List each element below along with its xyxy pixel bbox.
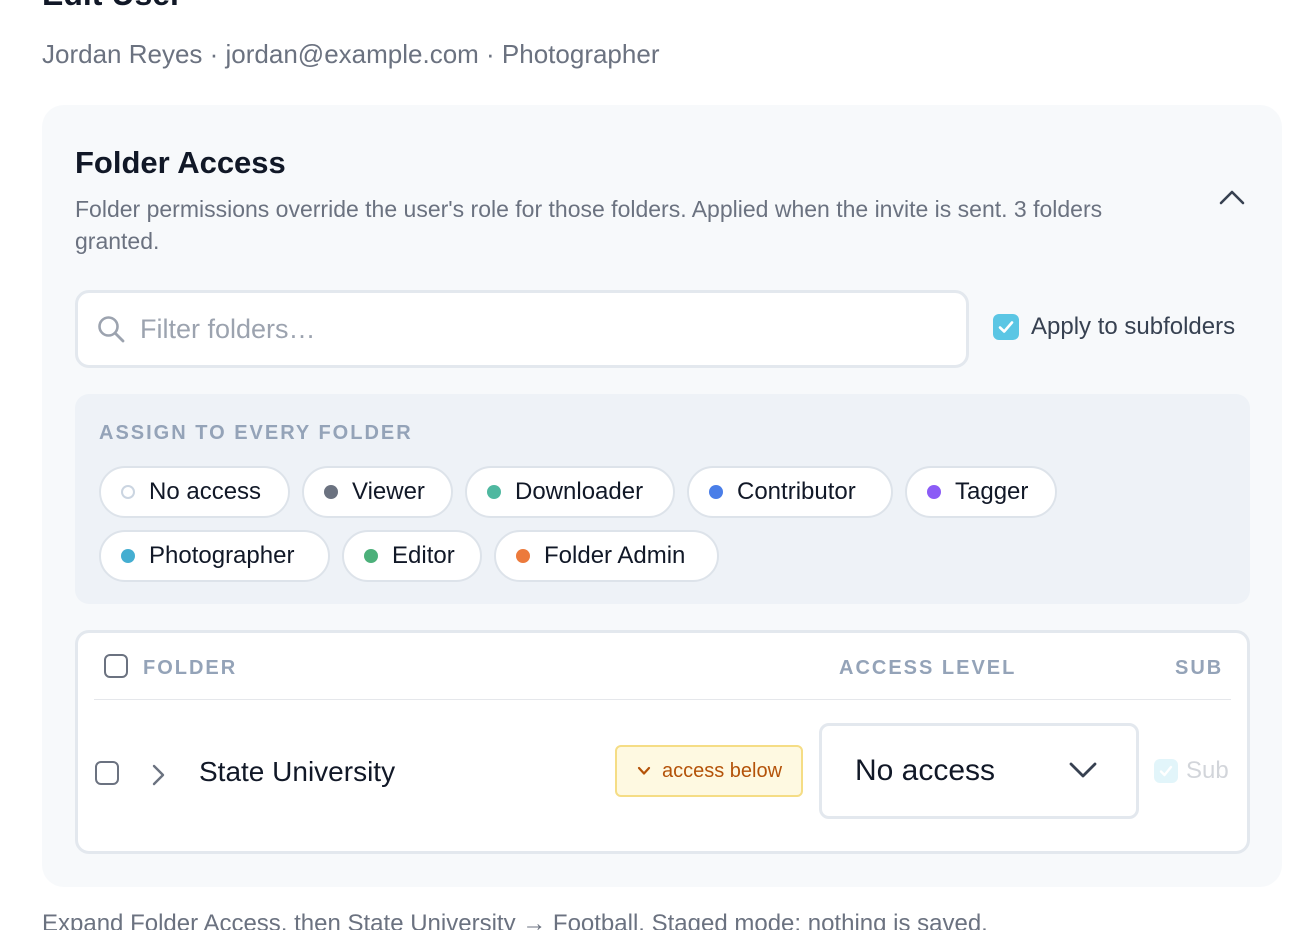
role-chip-viewer[interactable]: Viewer xyxy=(302,466,453,518)
role-chip-label: Folder Admin xyxy=(544,542,686,569)
status-dot-icon xyxy=(121,485,135,499)
select-all-checkbox[interactable] xyxy=(104,654,128,678)
role-chip-no-access[interactable]: No access xyxy=(99,466,290,518)
role-chip-label: Viewer xyxy=(352,478,425,505)
chevron-right-icon xyxy=(152,764,165,786)
folder-name: State University xyxy=(199,756,396,787)
role-chip-label: Downloader xyxy=(515,478,644,505)
check-icon xyxy=(998,321,1014,333)
apply-to-subfolders-label: Apply to subfolders xyxy=(1031,313,1236,340)
check-icon xyxy=(1159,765,1173,777)
row-select-checkbox[interactable] xyxy=(95,761,119,785)
role-chip-label: Photographer xyxy=(149,542,295,569)
header-divider xyxy=(94,699,1231,700)
column-header-sub: SUB xyxy=(1175,657,1224,679)
filter-folders-field[interactable] xyxy=(75,290,969,368)
role-chip-photographer[interactable]: Photographer xyxy=(99,530,330,582)
role-chip-label: Contributor xyxy=(737,478,856,505)
table-row: State University access below No access xyxy=(78,701,1247,851)
sub-checkbox[interactable] xyxy=(1154,759,1178,783)
panel-description: Folder permissions override the user's r… xyxy=(75,196,1103,254)
user-meta: Jordan Reyes · jordan@example.com · Phot… xyxy=(42,39,660,69)
access-below-badge[interactable]: access below xyxy=(615,745,803,797)
status-dot-icon xyxy=(364,549,378,563)
panel-title: Folder Access xyxy=(75,145,286,180)
apply-to-subfolders-toggle[interactable]: Apply to subfolders xyxy=(993,313,1235,341)
instruction-footnote: Expand Folder Access, then State Univers… xyxy=(42,910,988,930)
search-icon xyxy=(98,316,125,343)
assign-section-title: ASSIGN TO EVERY FOLDER xyxy=(99,422,413,444)
column-header-folder: FOLDER xyxy=(143,657,238,679)
role-chip-folder-admin[interactable]: Folder Admin xyxy=(494,530,719,582)
access-level-value: No access xyxy=(855,754,996,787)
status-dot-icon xyxy=(121,549,135,563)
chevron-down-icon xyxy=(637,766,651,775)
assign-to-every-folder: ASSIGN TO EVERY FOLDER No access Viewer … xyxy=(75,394,1250,604)
chevron-down-icon xyxy=(1069,762,1097,778)
apply-to-subfolders-checkbox[interactable] xyxy=(993,314,1019,340)
role-chip-downloader[interactable]: Downloader xyxy=(465,466,675,518)
sub-label: Sub xyxy=(1186,757,1229,784)
status-dot-icon xyxy=(927,485,941,499)
badge-label: access below xyxy=(661,759,783,782)
chevron-up-icon xyxy=(1219,190,1245,205)
sub-toggle[interactable]: Sub xyxy=(1154,757,1229,785)
column-header-access-level: ACCESS LEVEL xyxy=(839,657,1017,679)
access-level-select[interactable]: No access xyxy=(819,723,1139,819)
folder-table: FOLDER ACCESS LEVEL SUB State University… xyxy=(75,630,1250,854)
collapse-button[interactable] xyxy=(1214,183,1250,211)
folder-access-panel: Folder Access Folder permissions overrid… xyxy=(42,105,1282,887)
filter-folders-input[interactable] xyxy=(140,313,900,345)
role-chip-label: Editor xyxy=(392,542,455,569)
role-chip-tagger[interactable]: Tagger xyxy=(905,466,1057,518)
status-dot-icon xyxy=(324,485,338,499)
expand-folder-button[interactable] xyxy=(148,763,168,787)
page-title: Edit User xyxy=(42,0,182,14)
role-chip-label: Tagger xyxy=(955,478,1029,505)
role-chip-contributor[interactable]: Contributor xyxy=(687,466,893,518)
role-chip-label: No access xyxy=(149,478,262,505)
status-dot-icon xyxy=(516,549,530,563)
status-dot-icon xyxy=(709,485,723,499)
role-chip-editor[interactable]: Editor xyxy=(342,530,482,582)
status-dot-icon xyxy=(487,485,501,499)
